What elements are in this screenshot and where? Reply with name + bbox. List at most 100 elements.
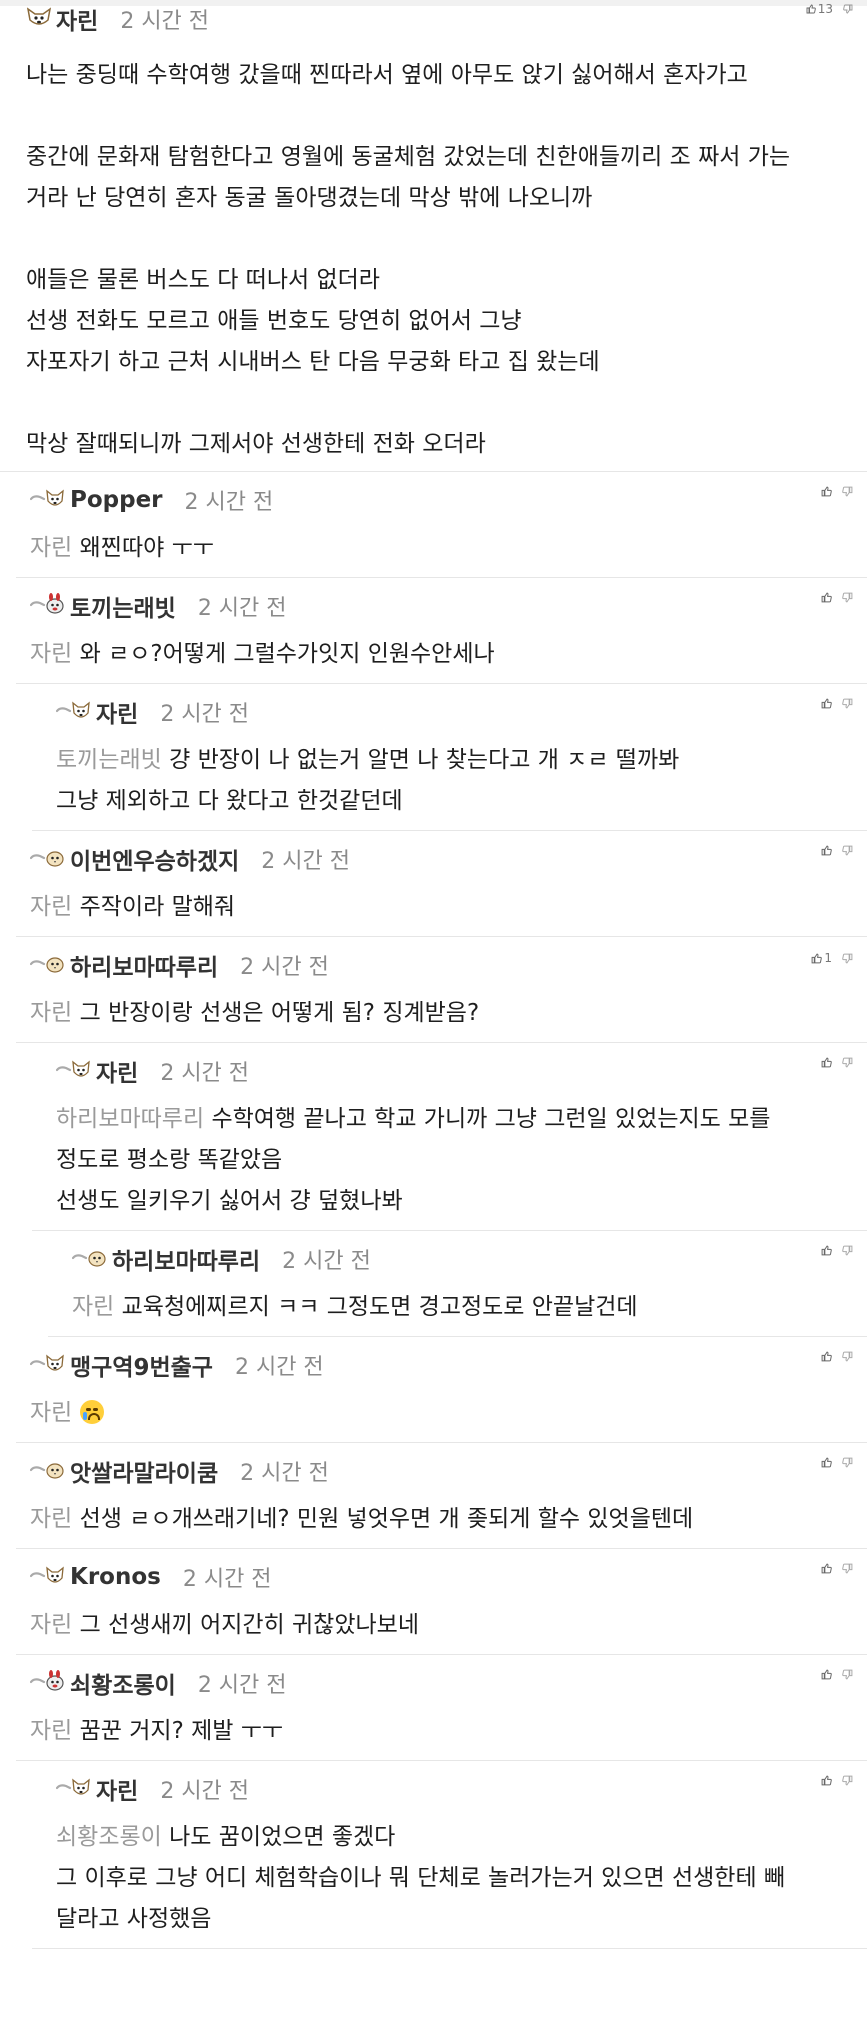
mention-tag[interactable]: 자린 bbox=[30, 535, 72, 561]
dislike-button[interactable] bbox=[842, 1563, 853, 1574]
like-button[interactable] bbox=[821, 1245, 832, 1256]
timestamp: 2 시간 전 bbox=[234, 1355, 324, 1380]
dislike-button[interactable] bbox=[842, 1457, 853, 1468]
reply-text: 그 이후로 그냥 어디 체험학습이나 뭐 단체로 놀러가는거 있으면 선생한테 … bbox=[56, 1865, 786, 1891]
dislike-button[interactable] bbox=[842, 1775, 853, 1786]
dog-avatar-icon[interactable] bbox=[26, 6, 52, 32]
reply-line: 선생도 일키우기 싫어서 걍 덮혔나봐 bbox=[56, 1181, 847, 1222]
timestamp: 2 시간 전 bbox=[184, 490, 274, 515]
post-line: 막상 잘때되니까 그제서야 선생한테 전화 오더라 bbox=[26, 431, 486, 457]
mention-tag[interactable]: 자린 bbox=[30, 1506, 72, 1532]
thumbs-up-icon bbox=[821, 1563, 832, 1574]
thumbs-down-icon bbox=[842, 1351, 853, 1362]
bird-avatar-icon[interactable] bbox=[29, 952, 66, 978]
mention-tag[interactable]: 자린 bbox=[30, 1718, 72, 1744]
post-line: 나는 중딩때 수학여행 갔을때 찐따라서 옆에 아무도 앉기 싫어해서 혼자가고 bbox=[26, 62, 748, 88]
author-name[interactable]: 하리보마따루리 bbox=[70, 948, 218, 982]
mention-tag[interactable]: 자린 bbox=[30, 1000, 72, 1026]
rabbit-avatar-icon[interactable] bbox=[29, 593, 66, 619]
dislike-button[interactable] bbox=[842, 486, 853, 497]
author-name[interactable]: 쇠황조롱이 bbox=[70, 1666, 176, 1700]
like-button[interactable] bbox=[821, 1563, 832, 1574]
like-button[interactable]: 13 bbox=[806, 2, 833, 16]
dislike-button[interactable] bbox=[842, 698, 853, 709]
thumbs-down-icon bbox=[842, 1775, 853, 1786]
like-button[interactable] bbox=[821, 1457, 832, 1468]
thumbs-down-icon bbox=[842, 1245, 853, 1256]
reply-header: 토끼는래빗 2 시간 전 bbox=[29, 584, 853, 628]
author-name[interactable]: 자린 bbox=[96, 1054, 138, 1088]
timestamp: 2 시간 전 bbox=[160, 1779, 250, 1804]
reply-header: 쇠황조롱이 2 시간 전 bbox=[29, 1661, 853, 1705]
bird-avatar-icon[interactable] bbox=[29, 846, 66, 872]
author-name[interactable]: 자린 bbox=[96, 1772, 138, 1806]
mention-tag[interactable]: 쇠황조롱이 bbox=[56, 1824, 162, 1850]
like-button[interactable] bbox=[821, 1351, 832, 1362]
mention-tag[interactable]: 자린 bbox=[30, 1400, 72, 1426]
reply-body: 자린 주작이라 말해줘 bbox=[30, 881, 847, 936]
vote-controls bbox=[811, 845, 853, 856]
reply-comment: 맹구역9번출구 2 시간 전자린 bbox=[16, 1337, 867, 1443]
vote-controls: 13 bbox=[796, 2, 853, 16]
mention-tag[interactable]: 자린 bbox=[30, 1612, 72, 1638]
like-button[interactable] bbox=[821, 1775, 832, 1786]
dislike-button[interactable] bbox=[842, 1245, 853, 1256]
mention-tag[interactable]: 자린 bbox=[72, 1294, 114, 1320]
dislike-button[interactable] bbox=[842, 1351, 853, 1362]
reply-text: 선생 ㄹㅇ개쓰래기네? 민원 넣엇우면 개 좆되게 할수 있엇을텐데 bbox=[79, 1506, 694, 1532]
rabbit-avatar-icon[interactable] bbox=[29, 1670, 66, 1696]
dislike-button[interactable] bbox=[843, 4, 853, 14]
author-name[interactable]: 자린 bbox=[96, 695, 138, 729]
author-name[interactable]: 자린 bbox=[56, 2, 98, 36]
bird-avatar-icon[interactable] bbox=[29, 1458, 66, 1484]
dog-avatar-icon[interactable] bbox=[29, 1564, 66, 1590]
thumbs-up-icon bbox=[806, 4, 816, 14]
mention-tag[interactable]: 하리보마따루리 bbox=[56, 1106, 204, 1132]
like-button[interactable] bbox=[821, 1669, 832, 1680]
dog-avatar-icon[interactable] bbox=[55, 1058, 92, 1084]
mention-tag[interactable]: 토끼는래빗 bbox=[56, 747, 162, 773]
like-button[interactable] bbox=[821, 1057, 832, 1068]
like-button[interactable] bbox=[821, 486, 832, 497]
thumbs-down-icon bbox=[843, 4, 853, 14]
bird-avatar-icon[interactable] bbox=[71, 1246, 108, 1272]
like-button[interactable]: 1 bbox=[811, 951, 832, 965]
comment-body: 나는 중딩때 수학여행 갔을때 찐따라서 옆에 아무도 앉기 싫어해서 혼자가고… bbox=[26, 36, 841, 471]
reply-line: 자린 교육청에찌르지 ㅋㅋ 그정도면 경고정도로 안끝날건데 bbox=[72, 1287, 847, 1328]
author-name[interactable]: 토끼는래빗 bbox=[70, 589, 176, 623]
author-name[interactable]: Kronos bbox=[70, 1564, 161, 1590]
timestamp: 2 시간 전 bbox=[240, 1461, 329, 1486]
dislike-button[interactable] bbox=[842, 953, 853, 964]
timestamp: 2 시간 전 bbox=[197, 596, 287, 621]
thumbs-up-icon bbox=[821, 698, 832, 709]
vote-controls bbox=[811, 486, 853, 497]
vote-controls bbox=[811, 1457, 853, 1468]
reply-list: Popper 2 시간 전 자린 왜찐따야 ㅜㅜ 토끼는래빗 2 시간 전 자린 와 ㄹㅇ… bbox=[0, 472, 867, 1949]
like-button[interactable] bbox=[821, 592, 832, 603]
timestamp: 2 시간 전 bbox=[160, 1061, 250, 1086]
dislike-button[interactable] bbox=[842, 845, 853, 856]
dislike-button[interactable] bbox=[842, 1057, 853, 1068]
dog-avatar-icon[interactable] bbox=[55, 1776, 92, 1802]
thumbs-down-icon bbox=[842, 698, 853, 709]
reply-body: 하리보마따루리 수학여행 끝나고 학교 가니까 그냥 그런일 있었는지도 모를 정… bbox=[56, 1093, 847, 1230]
author-name[interactable]: 하리보마따루리 bbox=[112, 1242, 260, 1276]
mention-tag[interactable]: 자린 bbox=[30, 641, 72, 667]
dislike-button[interactable] bbox=[842, 1669, 853, 1680]
author-name[interactable]: 이번엔우승하겠지 bbox=[70, 842, 239, 876]
mention-tag[interactable]: 자린 bbox=[30, 894, 72, 920]
reply-line: 하리보마따루리 수학여행 끝나고 학교 가니까 그냥 그런일 있었는지도 모를 bbox=[56, 1099, 847, 1140]
reply-header: Kronos 2 시간 전 bbox=[29, 1555, 853, 1599]
dog-avatar-icon[interactable] bbox=[55, 699, 92, 725]
author-name[interactable]: 맹구역9번출구 bbox=[70, 1348, 213, 1382]
like-button[interactable] bbox=[821, 845, 832, 856]
post-line: 애들은 물론 버스도 다 떠나서 없더라 bbox=[26, 267, 380, 293]
dog-avatar-icon[interactable] bbox=[29, 487, 66, 513]
author-name[interactable]: Popper bbox=[70, 487, 163, 513]
author-name[interactable]: 앗쌀라말라이쿰 bbox=[70, 1454, 218, 1488]
vote-controls bbox=[811, 1351, 853, 1362]
like-button[interactable] bbox=[821, 698, 832, 709]
dislike-button[interactable] bbox=[842, 592, 853, 603]
dog-avatar-icon[interactable] bbox=[29, 1352, 66, 1378]
timestamp: 2 시간 전 bbox=[182, 1567, 272, 1592]
